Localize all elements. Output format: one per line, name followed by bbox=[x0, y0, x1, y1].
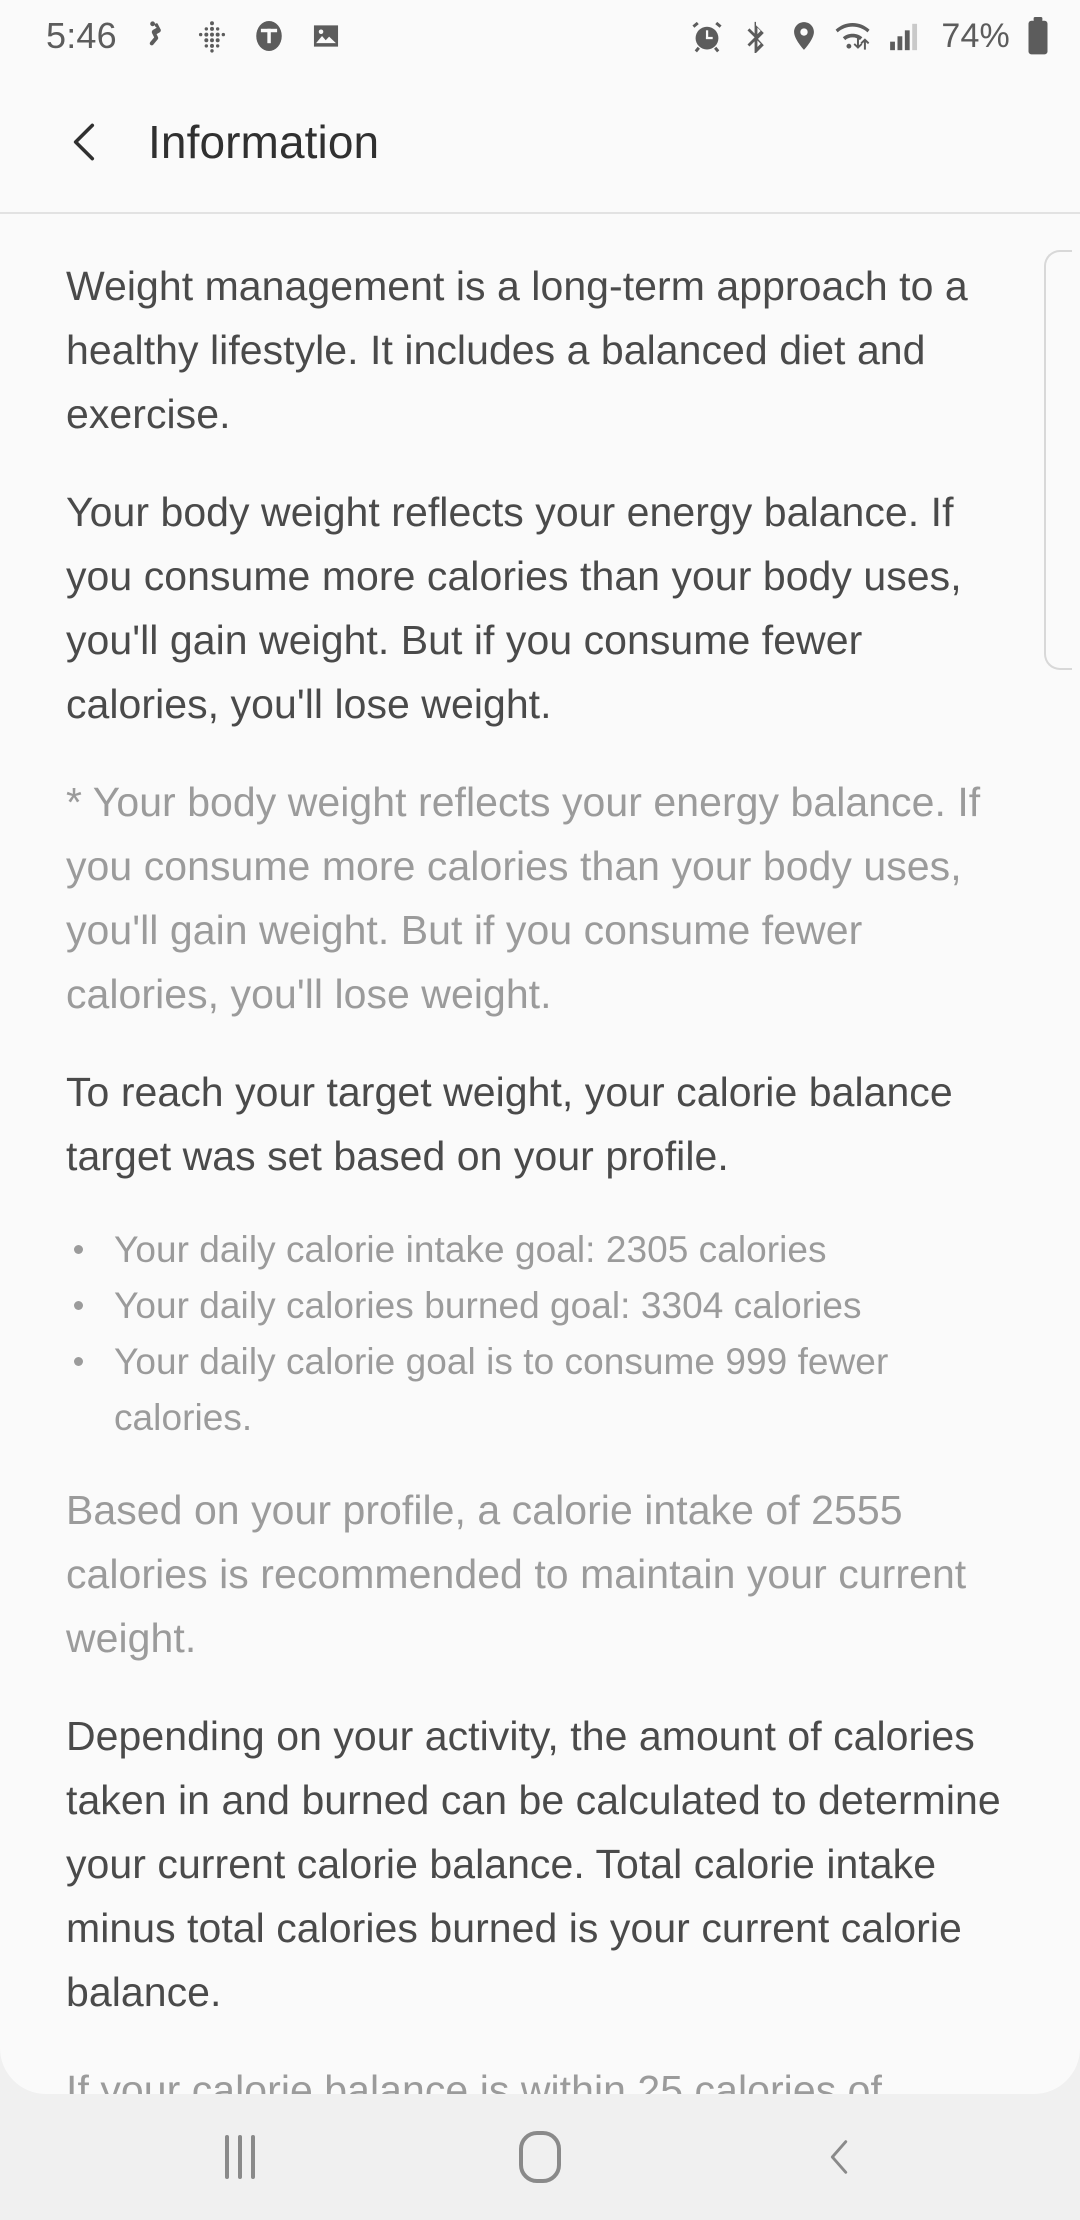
android-navigation-bar bbox=[0, 2094, 1080, 2220]
phone-screen: 5:46 74% Information Weight management i… bbox=[0, 0, 1080, 2220]
list-item-label: Your daily calorie intake goal: 2305 cal… bbox=[114, 1229, 827, 1270]
calorie-goal-list: Your daily calorie intake goal: 2305 cal… bbox=[66, 1222, 1024, 1446]
app-bar: Information bbox=[0, 72, 1080, 214]
battery-icon bbox=[1026, 17, 1050, 55]
paragraph-target-weight: To reach your target weight, your calori… bbox=[66, 1069, 953, 1179]
paragraph-activity-balance: Depending on your activity, the amount o… bbox=[66, 1713, 1001, 2015]
bullet-dot-icon bbox=[74, 1357, 83, 1366]
nav-back-button[interactable] bbox=[765, 2102, 915, 2212]
status-bar-right: 74% bbox=[689, 17, 1050, 56]
list-item: Your daily calorie intake goal: 2305 cal… bbox=[66, 1222, 1024, 1278]
content-area: Weight management is a long-term approac… bbox=[0, 214, 1080, 2094]
home-button[interactable] bbox=[465, 2102, 615, 2212]
home-icon bbox=[519, 2131, 561, 2183]
list-item-label: Your daily calories burned goal: 3304 ca… bbox=[114, 1285, 862, 1326]
chevron-left-icon bbox=[73, 123, 95, 161]
t-circle-icon bbox=[251, 18, 287, 54]
list-item: Your daily calorie goal is to consume 99… bbox=[66, 1334, 1024, 1446]
dots-grid-icon bbox=[195, 19, 229, 53]
paragraph-balance-threshold: If your calorie balance is within 25 cal… bbox=[66, 2067, 882, 2094]
page-title: Information bbox=[148, 116, 380, 168]
recents-icon bbox=[225, 2135, 255, 2179]
battery-percent-label: 74% bbox=[941, 16, 1010, 55]
paragraph-energy-balance: Your body weight reflects your energy ba… bbox=[66, 489, 962, 727]
location-icon bbox=[787, 19, 821, 53]
recents-button[interactable] bbox=[165, 2102, 315, 2212]
information-scroll-view[interactable]: Weight management is a long-term approac… bbox=[0, 214, 1080, 2094]
back-chevron-icon bbox=[830, 2140, 848, 2174]
image-icon bbox=[309, 19, 343, 53]
wifi-icon bbox=[835, 19, 873, 53]
status-bar-left: 5:46 bbox=[46, 15, 343, 57]
bullet-dot-icon bbox=[74, 1301, 83, 1310]
paragraph-recommended-intake: Based on your profile, a calorie intake … bbox=[66, 1487, 967, 1661]
do-not-disturb-icon bbox=[139, 19, 173, 53]
alarm-icon bbox=[689, 18, 725, 54]
signal-icon bbox=[887, 19, 923, 53]
paragraph-energy-balance-note: * Your body weight reflects your energy … bbox=[66, 779, 981, 1017]
bullet-dot-icon bbox=[74, 1245, 83, 1254]
status-clock: 5:46 bbox=[46, 15, 117, 56]
paragraph-weight-management: Weight management is a long-term approac… bbox=[66, 263, 968, 437]
list-item: Your daily calories burned goal: 3304 ca… bbox=[66, 1278, 1024, 1334]
list-item-label: Your daily calorie goal is to consume 99… bbox=[114, 1341, 889, 1438]
status-bar: 5:46 74% bbox=[0, 0, 1080, 72]
bluetooth-icon bbox=[739, 19, 773, 53]
back-button[interactable] bbox=[46, 103, 124, 181]
vertical-scrollbar[interactable] bbox=[1044, 250, 1072, 670]
